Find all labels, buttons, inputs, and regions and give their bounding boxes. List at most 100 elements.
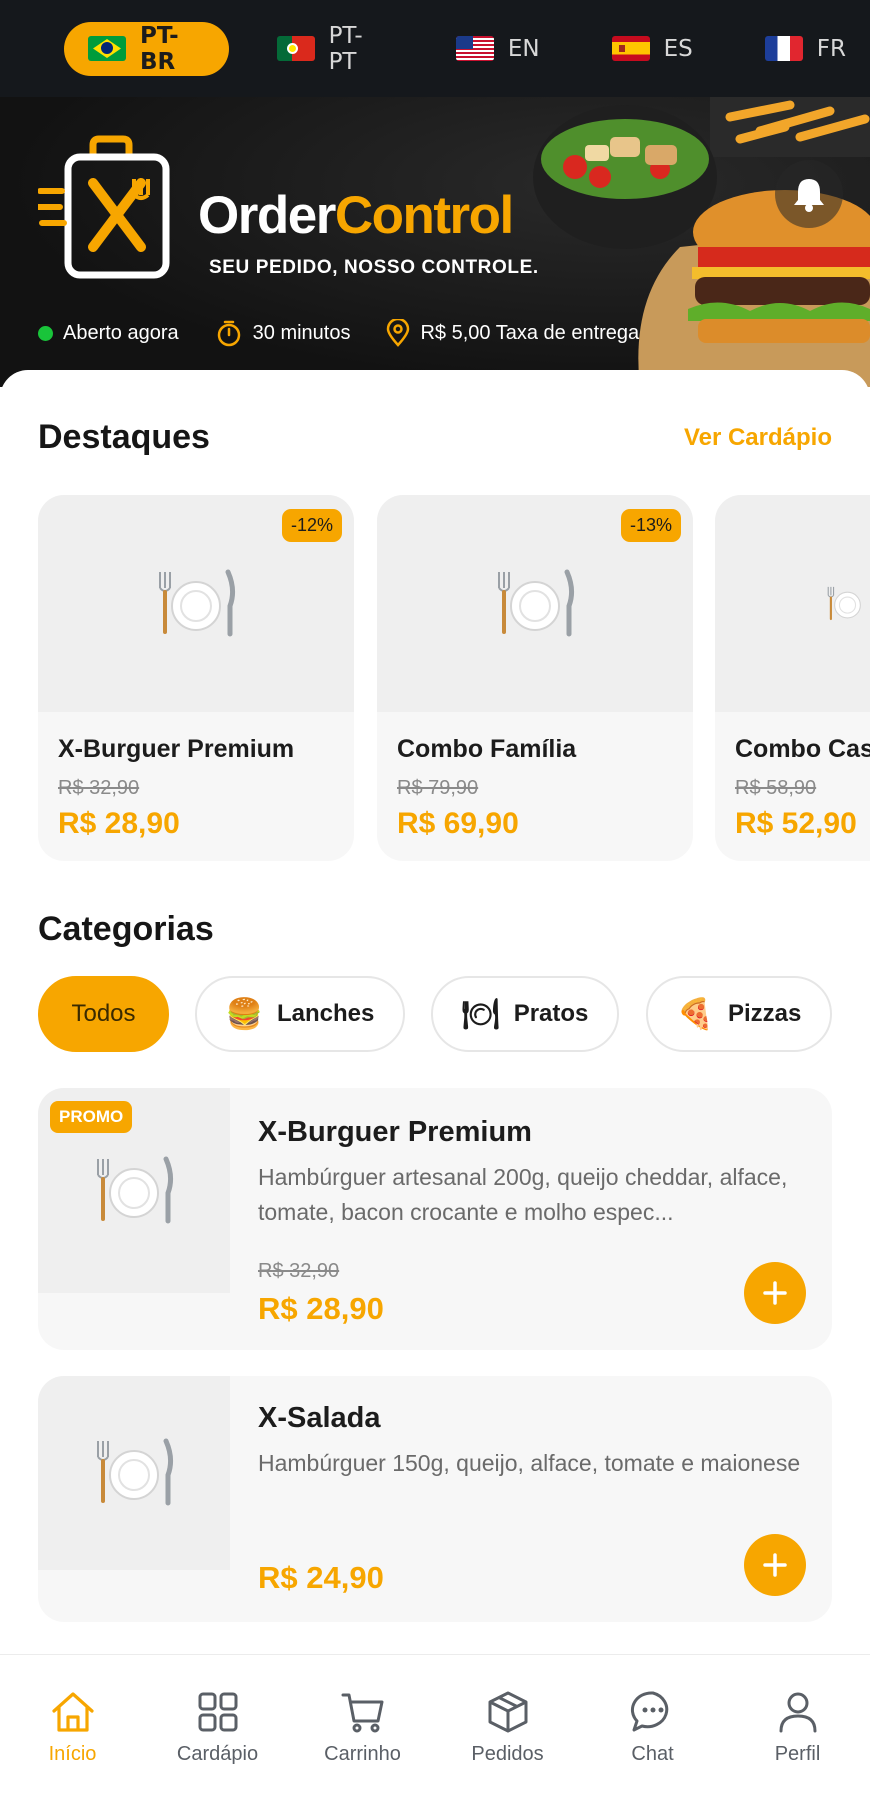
- open-status: Aberto agora: [38, 322, 179, 345]
- featured-product-name: Combo Casal: [735, 735, 870, 763]
- spain-flag-icon: [611, 36, 650, 61]
- plate-cutlery-icon: [97, 1156, 174, 1223]
- brazil-flag-icon: [88, 36, 126, 61]
- language-pt-pt[interactable]: PT-PT: [253, 22, 408, 76]
- product-name: X-Burguer Premium: [258, 1116, 532, 1148]
- product-description: Hambúrguer artesanal 200g, queijo chedda…: [258, 1164, 788, 1225]
- france-flag-icon: [764, 36, 803, 61]
- featured-old-price: R$ 32,90: [58, 777, 140, 799]
- box-icon: [488, 1691, 527, 1733]
- nav-item-carrinho[interactable]: Carrinho: [290, 1655, 435, 1808]
- nav-label: Pedidos: [471, 1743, 544, 1765]
- app-screen: PT-BR PT-PT EN ES FR OrderControl SEU PE…: [0, 0, 870, 1808]
- location-pin-icon: [387, 319, 410, 347]
- store-status-bar: Aberto agora 30 minutos R$ 5,00 Taxa de …: [38, 319, 675, 347]
- discount-badge: -13%: [620, 509, 681, 542]
- plate-icon: 🍽: [461, 996, 500, 1032]
- category-chip-lanches[interactable]: 🍔 Lanches: [195, 976, 405, 1052]
- language-bar: PT-BR PT-PT EN ES FR: [0, 0, 870, 97]
- category-label: Lanches: [276, 1000, 375, 1027]
- language-label: PT-PT: [328, 22, 363, 75]
- grid-icon: [198, 1692, 237, 1732]
- plate-cutlery-icon: [159, 569, 236, 636]
- product-old-price: R$ 32,90: [258, 1260, 340, 1282]
- nav-item-inicio[interactable]: Início: [0, 1655, 145, 1808]
- featured-product-name: X-Burguer Premium: [58, 735, 295, 763]
- product-image-placeholder: [715, 495, 870, 712]
- nav-item-perfil[interactable]: Perfil: [725, 1655, 870, 1808]
- featured-old-price: R$ 58,90: [735, 777, 817, 799]
- bell-icon: [794, 179, 824, 212]
- plate-cutlery-icon: [827, 586, 861, 620]
- burger-icon: 🍔: [225, 996, 263, 1032]
- featured-old-price: R$ 79,90: [397, 777, 479, 799]
- discount-badge: -12%: [281, 509, 342, 542]
- featured-card[interactable]: -12% X-Burguer Premium R$ 32,90 R$ 28,90: [38, 495, 354, 861]
- nav-label: Cardápio: [176, 1743, 259, 1765]
- promo-badge: PROMO: [50, 1101, 133, 1133]
- add-to-cart-button[interactable]: [744, 1534, 806, 1596]
- nav-label: Início: [48, 1743, 97, 1765]
- nav-item-chat[interactable]: Chat: [580, 1655, 725, 1808]
- home-icon: [51, 1692, 94, 1732]
- nav-label: Perfil: [774, 1743, 821, 1765]
- timer-icon: [217, 320, 240, 347]
- featured-product-name: Combo Família: [397, 735, 577, 763]
- featured-card[interactable]: -13% Combo Família R$ 79,90 R$ 69,90: [377, 495, 693, 861]
- chat-icon: [630, 1691, 668, 1732]
- language-fr[interactable]: FR: [741, 22, 870, 76]
- delivery-time: 30 minutos: [215, 319, 351, 347]
- category-label: Pizzas: [727, 1000, 802, 1027]
- category-chip-todos[interactable]: Todos: [38, 976, 169, 1052]
- nav-label: Carrinho: [324, 1743, 401, 1765]
- product-image-placeholder: [38, 1376, 230, 1570]
- product-price: R$ 24,90: [258, 1560, 384, 1595]
- portugal-flag-icon: [276, 36, 315, 61]
- category-chip-pizzas[interactable]: 🍕 Pizzas: [646, 976, 832, 1052]
- product-price: R$ 28,90: [258, 1291, 384, 1326]
- language-label: FR: [816, 35, 846, 62]
- add-to-cart-button[interactable]: [744, 1262, 806, 1324]
- brand-name-part1: Order: [198, 186, 336, 245]
- product-card[interactable]: PROMO X-Burguer Premium Hambúrguer artes…: [38, 1088, 832, 1350]
- plate-cutlery-icon: [498, 569, 575, 636]
- featured-title: Destaques: [38, 418, 210, 456]
- usa-flag-icon: [455, 36, 494, 61]
- product-image-placeholder: -12%: [38, 495, 354, 712]
- delivery-time-text: 30 minutos: [252, 321, 351, 344]
- notification-button[interactable]: [775, 160, 843, 228]
- view-menu-link[interactable]: Ver Cardápio: [684, 424, 832, 452]
- product-description: Hambúrguer 150g, queijo, alface, tomate …: [258, 1450, 801, 1476]
- hero-banner: OrderControl SEU PEDIDO, NOSSO CONTROLE.…: [0, 97, 870, 387]
- plus-icon: [763, 1281, 787, 1305]
- plate-cutlery-icon: [97, 1438, 174, 1506]
- nav-label: Chat: [631, 1743, 674, 1765]
- category-label: Pratos: [513, 1000, 589, 1027]
- pizza-icon: 🍕: [676, 996, 714, 1032]
- plus-icon: [763, 1553, 787, 1577]
- language-pt-br[interactable]: PT-BR: [64, 21, 229, 76]
- category-label: Todos: [71, 1000, 136, 1027]
- nav-item-pedidos[interactable]: Pedidos: [435, 1655, 580, 1808]
- language-en[interactable]: EN: [432, 22, 564, 76]
- category-chip-pratos[interactable]: 🍽 Pratos: [431, 976, 619, 1052]
- delivery-fee: R$ 5,00 Taxa de entrega: [386, 319, 639, 347]
- language-label: PT-BR: [140, 22, 179, 75]
- logo-bag-icon: [38, 135, 170, 279]
- online-dot-icon: [38, 325, 53, 341]
- brand-name-part2: Control: [334, 186, 514, 245]
- user-icon: [779, 1692, 816, 1733]
- bottom-navigation: Início Cardápio Carrinho Pedidos Chat Pe…: [0, 1654, 870, 1808]
- featured-price: R$ 52,90: [735, 807, 857, 840]
- product-name: X-Salada: [258, 1402, 381, 1434]
- brand-name: OrderControl: [198, 185, 514, 246]
- language-es[interactable]: ES: [588, 22, 717, 76]
- product-image-placeholder: PROMO: [38, 1088, 230, 1293]
- language-label: ES: [663, 35, 693, 62]
- featured-card[interactable]: Combo Casal R$ 58,90 R$ 52,90: [715, 495, 870, 861]
- product-card[interactable]: X-Salada Hambúrguer 150g, queijo, alface…: [38, 1376, 832, 1622]
- delivery-fee-text: R$ 5,00 Taxa de entrega: [420, 321, 640, 344]
- open-status-text: Aberto agora: [63, 321, 179, 344]
- language-label: EN: [507, 35, 540, 62]
- nav-item-cardapio[interactable]: Cardápio: [145, 1655, 290, 1808]
